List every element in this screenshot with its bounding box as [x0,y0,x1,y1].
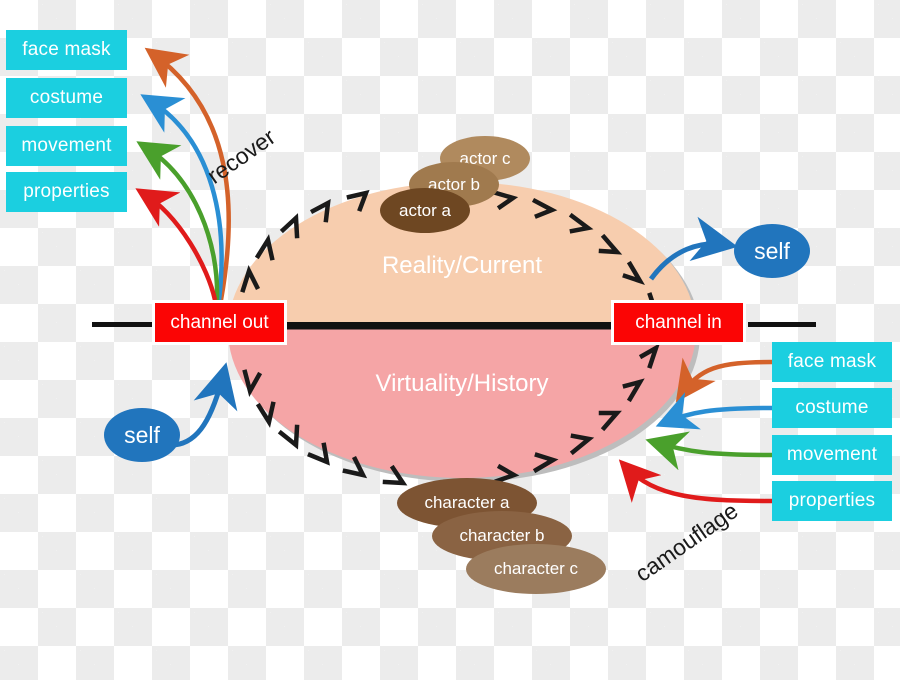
virtuality-history-label: Virtuality/History [375,370,549,397]
arrow-right-properties [618,459,773,504]
left-tag-properties-label: properties [23,181,110,202]
right-tag-movement[interactable]: movement [772,435,892,475]
arrow-left-properties [135,188,218,301]
channel-out-box[interactable]: channel out [152,300,287,345]
self-oval-left: self [104,408,180,462]
left-tag-face-mask[interactable]: face mask [6,30,127,70]
character-b-label: character b [459,526,545,545]
arrow-right-movement [645,431,773,471]
right-tag-face-mask[interactable]: face mask [772,342,892,382]
left-tag-movement-label: movement [21,135,112,156]
arrow-right-costume [655,392,773,430]
character-a-label: character a [424,493,510,512]
left-tag-movement[interactable]: movement [6,126,127,166]
channel-in-label: channel in [635,311,722,333]
channel-in-box[interactable]: channel in [611,300,746,345]
actor-a-label: actor a [399,200,451,220]
left-tag-properties[interactable]: properties [6,172,127,212]
axis-line-left [92,322,156,327]
arrow-self-right [648,216,738,281]
left-tag-face-mask-label: face mask [22,39,111,60]
right-tag-properties[interactable]: properties [772,481,892,521]
actor-a-oval: actor a [380,188,470,233]
reality-current-label: Reality/Current [381,252,543,279]
axis-line-right [748,322,816,327]
left-tag-costume-label: costume [29,87,104,108]
channel-out-label: channel out [170,311,269,333]
right-tag-costume[interactable]: costume [772,388,892,428]
character-c-oval: character c [466,544,606,594]
arrow-right-face-mask [675,357,773,403]
connector-arrows-layer [135,47,773,504]
axis-line-center [286,322,612,327]
right-tag-properties-label: properties [788,490,876,511]
self-left-label: self [124,421,160,448]
right-tag-face-mask-label: face mask [787,351,877,372]
character-c-label: character c [493,559,579,578]
right-tag-costume-label: costume [795,397,869,418]
left-tag-costume[interactable]: costume [6,78,127,118]
diagram-canvas: Reality/Current Virtuality/History actor… [0,0,900,680]
right-tag-movement-label: movement [786,444,878,465]
self-oval-right: self [734,224,810,278]
self-right-label: self [754,237,790,264]
